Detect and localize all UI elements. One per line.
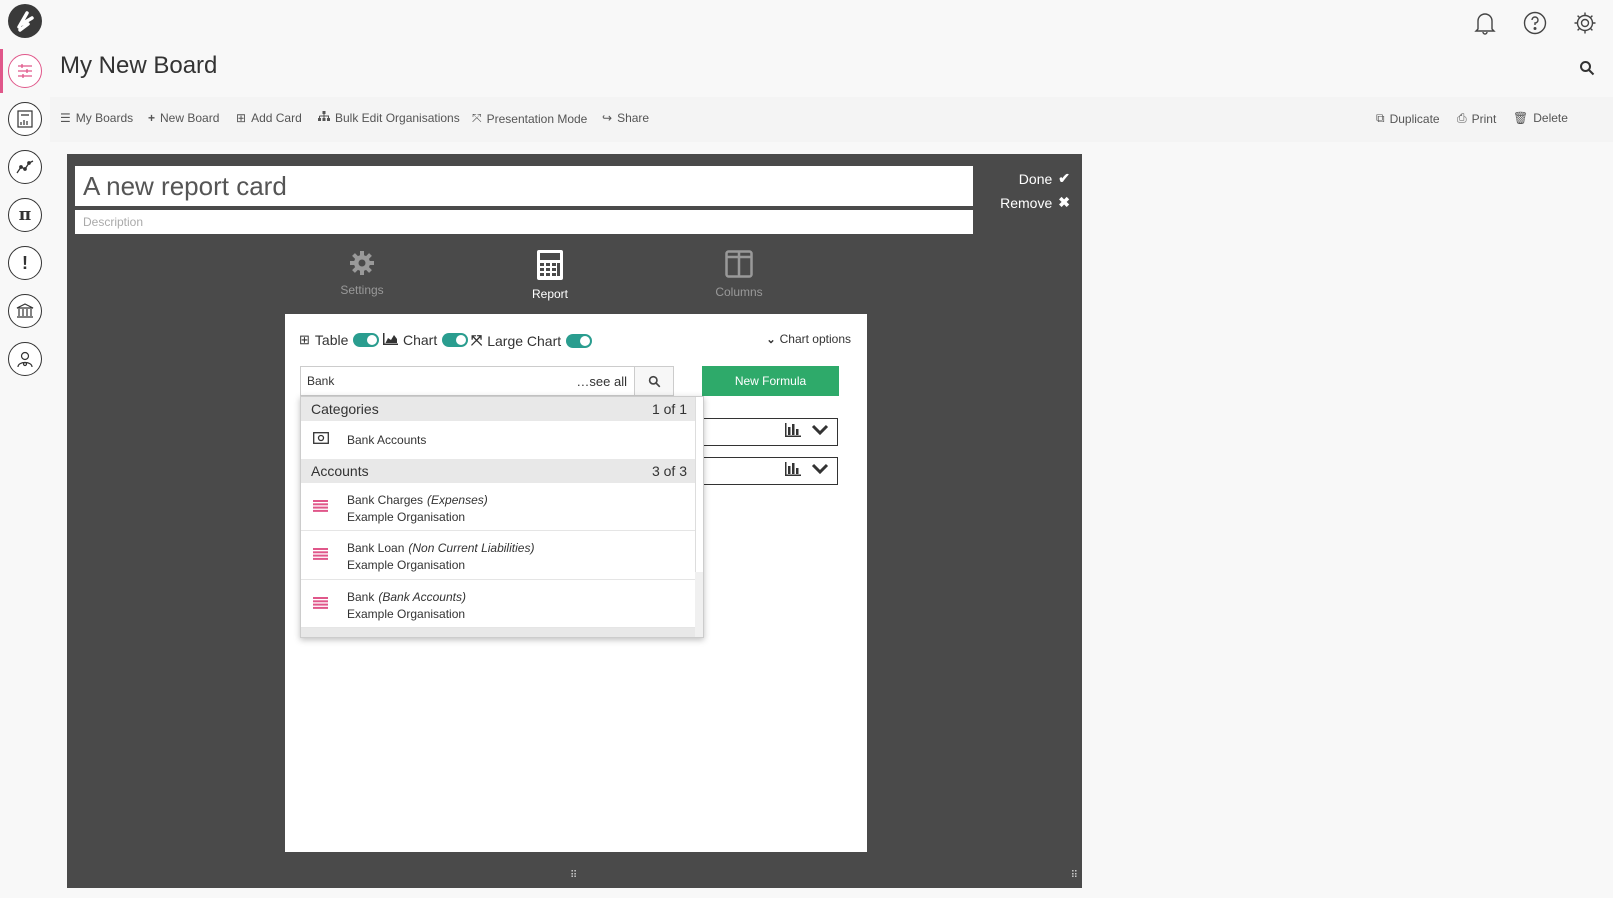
user-settings-icon[interactable] [8,342,42,376]
resize-handle-corner[interactable]: ⠿ [1071,870,1078,881]
report-panel: ⊞ Table Chart ⤧ Large Chart ⌄ Chart opti… [285,314,867,852]
rail-active-indicator [0,49,3,93]
remove-button[interactable]: Remove ✖ [1000,194,1070,211]
add-card-button[interactable]: ⊞ Add Card [236,111,302,125]
list-item[interactable]: Bank (Bank Accounts) Example Organisation [301,580,697,628]
print-icon: ⎙ [1457,111,1467,125]
account-search-box: …see all [300,366,674,396]
search-button[interactable] [634,367,673,395]
chevron-down-icon[interactable] [811,423,829,441]
list-item[interactable]: Bank Charges (Expenses) Example Organisat… [301,483,697,531]
done-button[interactable]: Done ✔ [1019,170,1070,187]
report-card-editor: A new report card Description Done ✔ Rem… [67,154,1082,888]
account-lines-icon [313,500,328,517]
pi-formula-icon[interactable]: π [8,198,42,232]
app-logo[interactable] [8,4,42,38]
check-icon: ✔ [1058,170,1070,186]
delete-button[interactable]: 🗑 Delete [1513,111,1568,125]
account-search-input[interactable] [301,367,613,395]
table-icon: ⊞ [299,332,310,347]
table-switch[interactable] [353,333,380,347]
bar-chart-icon[interactable] [785,461,801,481]
chart-toggle[interactable]: Chart [383,332,469,348]
bank-icon[interactable] [8,294,42,328]
copy-icon: ⧉ [1376,111,1385,125]
pdf-report-icon[interactable] [8,102,42,136]
chart-options-toggle[interactable]: ⌄ Chart options [766,332,851,346]
new-board-button[interactable]: + New Board [148,111,219,125]
left-rail: π ! [0,0,50,898]
page-title: My New Board [60,52,218,79]
duplicate-button[interactable]: ⧉ Duplicate [1376,111,1440,126]
categories-header: Categories 1 of 1 [301,397,697,421]
list-item[interactable]: Bank Loan (Non Current Liabilities) Examp… [301,531,697,580]
list-icon: ☰ [60,111,71,125]
bulk-edit-button[interactable]: Bulk Edit Organisations [318,111,460,125]
chevron-down-icon[interactable] [811,462,829,480]
card-title-input[interactable]: A new report card [75,166,973,206]
scrollbar-thumb[interactable] [695,397,703,572]
sitemap-icon [318,111,330,125]
board-toolbar: ☰ My Boards + New Board ⊞ Add Card Bulk Edi… [50,97,1613,142]
close-icon: ✖ [1058,194,1070,210]
search-results-dropdown: Categories 1 of 1 Bank Accounts Accounts… [300,396,704,638]
search-icon[interactable] [1579,60,1595,81]
money-icon [313,432,329,447]
chevron-down-icon: ⌄ [766,333,776,346]
new-formula-button[interactable]: New Formula [702,366,839,396]
gear-icon[interactable] [1570,8,1600,38]
dropdown-scrollbar[interactable] [695,397,703,637]
table-toggle[interactable]: ⊞ Table [299,332,380,348]
my-boards-button[interactable]: ☰ My Boards [60,111,133,125]
large-chart-toggle[interactable]: ⤧ Large Chart [471,332,593,349]
expand-arrows-icon: ⤧ [471,332,483,348]
tab-columns[interactable]: Columns [699,250,779,299]
tab-report[interactable]: Report [510,250,590,301]
calculator-icon [510,250,590,283]
print-button[interactable]: ⎙ Print [1457,111,1496,126]
bell-icon[interactable] [1470,8,1500,38]
bar-chart-icon[interactable] [785,422,801,442]
trend-chart-icon[interactable] [8,150,42,184]
alert-icon[interactable]: ! [8,246,42,280]
chart-switch[interactable] [442,333,469,347]
boards-icon[interactable] [8,54,42,88]
tab-settings[interactable]: Settings [322,250,402,297]
share-icon: ↪ [602,111,613,125]
plus-icon: + [148,111,156,125]
account-lines-icon [313,597,328,614]
dropdown-footer [301,628,697,637]
trash-icon: 🗑 [1513,111,1529,125]
resize-handle-bottom[interactable]: ⠿ [570,870,577,881]
presentation-mode-button[interactable]: ⤧ Presentation Mode [472,111,587,126]
list-item[interactable]: Bank Accounts [301,421,697,459]
see-all-link[interactable]: …see all [576,374,627,389]
columns-icon [699,250,779,281]
expand-icon: ⤧ [472,111,482,125]
large-chart-switch[interactable] [566,333,593,348]
help-icon[interactable] [1520,8,1550,38]
card-description-input[interactable]: Description [75,210,973,234]
accounts-header: Accounts 3 of 3 [301,459,697,483]
area-chart-icon [383,332,398,348]
settings-gear-icon [322,250,402,279]
plus-square-icon: ⊞ [236,111,247,125]
share-button[interactable]: ↪ Share [602,111,649,125]
account-lines-icon [313,548,328,565]
